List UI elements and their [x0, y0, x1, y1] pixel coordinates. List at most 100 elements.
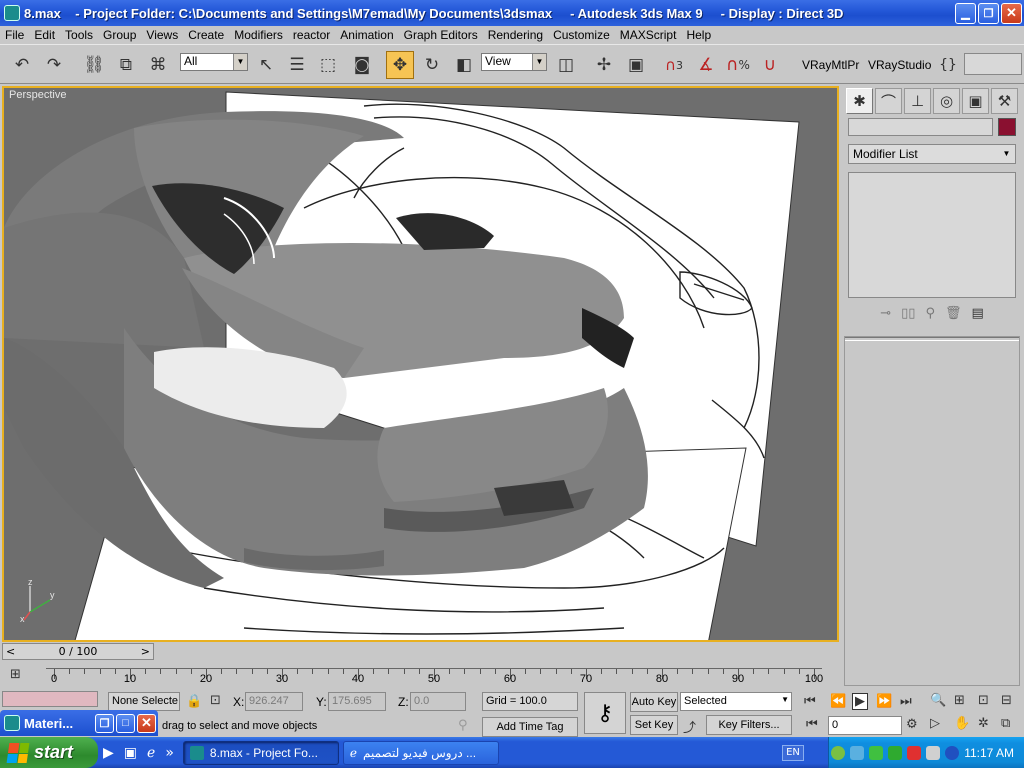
modifier-stack[interactable] — [848, 172, 1016, 298]
menu-graph-editors[interactable]: Graph Editors — [399, 28, 483, 42]
network-icon[interactable] — [831, 745, 846, 760]
object-name-field[interactable] — [848, 118, 993, 136]
select-and-manipulate-icon[interactable]: ✢ — [590, 51, 618, 79]
start-button[interactable]: start — [0, 737, 98, 768]
select-object-icon[interactable]: ↖ — [252, 51, 280, 79]
restore-button[interactable]: ❐ — [978, 2, 999, 24]
absolute-mode-icon[interactable]: ⊡ — [210, 693, 221, 708]
maximize-button[interactable]: □ — [116, 713, 135, 733]
zoom-extents-all-icon[interactable]: ⊟ — [1001, 693, 1012, 708]
zoom-icon[interactable]: 🔍 — [930, 693, 946, 708]
flag-icon[interactable] — [888, 745, 903, 760]
previous-frame-icon[interactable]: ⏪ — [830, 694, 846, 709]
internet-explorer-icon[interactable]: ℯ — [142, 745, 160, 761]
add-time-tag-button[interactable]: Add Time Tag — [482, 717, 578, 737]
set-key-icon[interactable]: ⚷ — [584, 692, 626, 734]
snaps-toggle-icon[interactable]: ∩ 3 — [660, 51, 688, 79]
rectangular-selection-icon[interactable]: ⬚ — [314, 51, 342, 79]
menu-views[interactable]: Views — [141, 28, 183, 42]
volume-icon[interactable] — [926, 745, 941, 760]
menu-edit[interactable]: Edit — [29, 28, 60, 42]
quicklaunch-more-icon[interactable]: » — [160, 745, 179, 761]
make-unique-icon[interactable]: ⚲ — [925, 306, 935, 321]
default-in-out-tangents-icon[interactable]: ⤴ — [683, 717, 696, 736]
menu-maxscript[interactable]: MAXScript — [615, 28, 682, 42]
redo-icon[interactable]: ↷ — [40, 51, 68, 79]
menu-rendering[interactable]: Rendering — [483, 28, 548, 42]
frame-ruler[interactable]: 0 10 20 30 40 50 60 70 80 90 100 — [46, 668, 823, 686]
arc-rotate-icon[interactable]: ✲ — [978, 716, 989, 731]
key-mode-toggle-icon[interactable]: ⏮ — [806, 717, 818, 732]
menu-reactor[interactable]: reactor — [288, 28, 335, 42]
auto-key-button[interactable]: Auto Key — [630, 692, 678, 712]
spinner-snap-icon[interactable]: ∪ — [756, 51, 784, 79]
taskbar-item-browser[interactable]: ℯ دروس فيديو لتصميم ... — [342, 740, 499, 765]
vray-mtl-button[interactable]: VRayMtlPr — [802, 58, 859, 72]
viewport-label[interactable]: Perspective — [9, 89, 66, 101]
reference-coordinate-dropdown[interactable]: View ▼ — [481, 53, 547, 71]
close-button[interactable]: ✕ — [137, 713, 156, 733]
set-key-button[interactable]: Set Key — [630, 715, 678, 735]
y-coordinate-field[interactable]: 175.695 — [328, 692, 386, 711]
window-crossing-icon[interactable]: ◙ — [348, 51, 376, 79]
play-icon[interactable]: ▶ — [852, 693, 868, 710]
lock-icon[interactable]: 🔒 — [186, 694, 202, 709]
hierarchy-tab-icon[interactable]: ⊥ — [904, 88, 931, 114]
perspective-viewport[interactable]: Perspective z y x — [2, 86, 839, 642]
maximize-viewport-icon[interactable]: ⧉ — [1001, 716, 1010, 731]
select-and-rotate-icon[interactable]: ↻ — [418, 51, 446, 79]
remove-modifier-icon[interactable]: 🗑 — [945, 306, 962, 321]
vray-studio-button[interactable]: VRayStudio — [868, 58, 931, 72]
show-desktop-icon[interactable]: ▣ — [119, 745, 142, 761]
select-by-name-icon[interactable]: ☰ — [283, 51, 311, 79]
select-and-scale-icon[interactable]: ◧ — [450, 51, 478, 79]
time-slider[interactable]: < 0 / 100 > — [2, 643, 154, 660]
close-button[interactable]: ✕ — [1001, 2, 1022, 24]
material-editor-minimized[interactable]: Materi... ❐ □ ✕ — [0, 710, 158, 736]
select-and-link-icon[interactable]: ⛓ — [80, 51, 108, 79]
key-filters-button[interactable]: Key Filters... — [706, 715, 792, 735]
angle-snap-icon[interactable]: ∡ — [692, 51, 720, 79]
minimize-button[interactable]: ▁ — [955, 2, 976, 24]
configure-modifier-sets-icon[interactable]: ▤ — [971, 306, 983, 321]
go-to-end-icon[interactable]: ⏭ — [900, 694, 912, 709]
language-indicator[interactable]: EN — [782, 745, 804, 761]
time-slider-next[interactable]: > — [138, 645, 153, 658]
menu-file[interactable]: File — [0, 28, 29, 42]
security-icon[interactable] — [850, 745, 865, 760]
percent-snap-icon[interactable]: ∩% — [724, 51, 752, 79]
abc-snap-icon[interactable]: {} — [934, 51, 962, 79]
bluetooth-icon[interactable] — [945, 745, 960, 760]
keyboard-shortcut-override-icon[interactable]: ▣ — [622, 51, 650, 79]
display-tab-icon[interactable]: ▣ — [962, 88, 989, 114]
unlink-selection-icon[interactable]: ⧉ — [112, 51, 140, 79]
modifier-list-dropdown[interactable]: Modifier List ▼ — [848, 144, 1016, 164]
create-tab-icon[interactable]: ✱ — [846, 88, 873, 114]
time-slider-prev[interactable]: < — [3, 645, 18, 658]
field-of-view-icon[interactable]: ▷ — [930, 716, 940, 731]
restore-button[interactable]: ❐ — [95, 713, 114, 733]
taskbar-item-3dsmax[interactable]: 8.max - Project Fo... — [182, 740, 339, 765]
antivirus-icon[interactable] — [907, 745, 922, 760]
named-selection-sets-field[interactable] — [964, 53, 1022, 75]
go-to-start-icon[interactable]: ⏮ — [804, 694, 816, 709]
pan-icon[interactable]: ✋ — [954, 716, 970, 731]
bind-to-space-warp-icon[interactable]: ⌘ — [144, 51, 172, 79]
next-frame-icon[interactable]: ⏩ — [876, 694, 892, 709]
menu-group[interactable]: Group — [98, 28, 141, 42]
utilities-tab-icon[interactable]: ⚒ — [991, 88, 1018, 114]
maxscript-listener-field[interactable] — [2, 691, 98, 707]
selection-filter-dropdown[interactable]: All ▼ — [180, 53, 248, 71]
pivot-center-icon[interactable]: ◫ — [552, 51, 580, 79]
menu-tools[interactable]: Tools — [60, 28, 98, 42]
zoom-all-icon[interactable]: ⊞ — [954, 693, 965, 708]
undo-icon[interactable]: ↶ — [8, 51, 36, 79]
menu-help[interactable]: Help — [681, 28, 716, 42]
select-and-move-icon[interactable]: ✥ — [386, 51, 414, 79]
z-coordinate-field[interactable]: 0.0 — [410, 692, 466, 711]
track-bar[interactable]: ⊞ 0 10 20 30 40 50 60 70 80 90 100 — [0, 663, 840, 689]
curve-editor-icon[interactable]: ⊞ — [10, 667, 21, 682]
motion-tab-icon[interactable]: ◎ — [933, 88, 960, 114]
messenger-icon[interactable] — [869, 745, 884, 760]
show-end-result-icon[interactable]: ▯▯ — [901, 306, 915, 321]
